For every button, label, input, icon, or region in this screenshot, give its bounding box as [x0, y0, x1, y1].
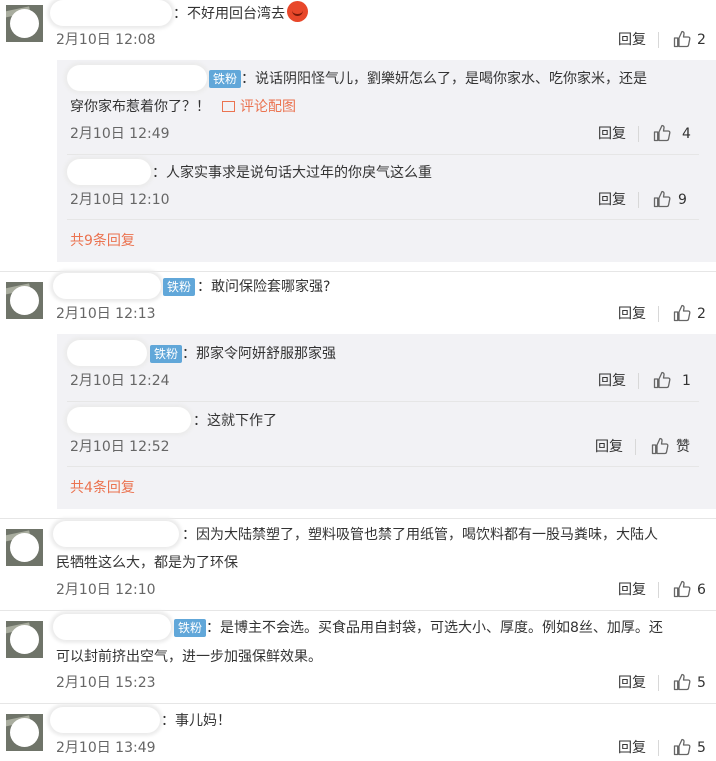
comment-text: ：敢问保险套哪家强?	[197, 279, 331, 295]
thumbs-up-icon[interactable]	[653, 190, 671, 208]
username-redacted[interactable]	[53, 521, 179, 547]
reply-button[interactable]: 回复	[595, 437, 623, 457]
divider	[638, 373, 639, 389]
fan-badge: 铁粉	[150, 345, 183, 363]
angry-face-emoji-icon	[287, 1, 308, 22]
avatar[interactable]	[6, 5, 43, 42]
comment-divider	[0, 518, 716, 519]
comment-text: ：不好用回台湾去	[173, 6, 285, 22]
comment-text-continued: 民牺牲这么大，都是为了环保	[56, 555, 238, 571]
reply-button[interactable]: 回复	[618, 30, 646, 50]
avatar[interactable]	[6, 621, 43, 658]
like-count: 5	[697, 740, 706, 756]
more-replies-link[interactable]: 共4条回复	[70, 478, 135, 498]
thumbs-up-icon[interactable]	[653, 124, 671, 142]
reply-text: ：说话阴阳怪气儿，劉樂妍怎么了，是喝你家水、吃你家米，还是	[241, 71, 647, 87]
thumbs-up-icon[interactable]	[651, 437, 669, 455]
like-count: 2	[697, 32, 706, 48]
like-count: 6	[697, 582, 706, 598]
like-count: 2	[697, 306, 706, 322]
fan-badge: 铁粉	[163, 278, 196, 296]
reply-text: ：这就下作了	[193, 413, 277, 429]
reply-time: 2月10日 12:24	[70, 373, 170, 389]
divider	[658, 582, 659, 598]
reply-text-continued: 穿你家布惹着你了？！	[70, 99, 210, 115]
divider	[658, 306, 659, 322]
like-count: 9	[678, 192, 687, 208]
more-replies-link[interactable]: 共9条回复	[70, 231, 135, 251]
reply-divider	[67, 219, 699, 220]
reply-time: 2月10日 12:10	[70, 192, 170, 208]
reply-text: ：那家令阿妍舒服那家强	[182, 346, 336, 362]
thumbs-up-icon[interactable]	[673, 304, 691, 322]
thumbs-up-icon[interactable]	[673, 738, 691, 756]
reply-button[interactable]: 回复	[618, 304, 646, 324]
fan-badge: 铁粉	[174, 619, 207, 637]
reply-divider	[67, 401, 699, 402]
comment-time: 2月10日 12:08	[56, 32, 156, 48]
image-icon	[222, 101, 235, 112]
username-redacted[interactable]	[67, 65, 207, 91]
thumbs-up-icon[interactable]	[673, 30, 691, 48]
reply-button[interactable]: 回复	[598, 190, 626, 210]
thumbs-up-icon[interactable]	[653, 371, 671, 389]
like-count: 5	[697, 675, 706, 691]
divider	[658, 675, 659, 691]
sub-replies-box: 铁粉 ：说话阴阳怪气儿，劉樂妍怎么了，是喝你家水、吃你家米，还是 穿你家布惹着你…	[57, 60, 716, 262]
comment-text-continued: 可以封前挤出空气，进一步加强保鲜效果。	[56, 649, 322, 665]
comment-divider	[0, 610, 716, 611]
username-redacted[interactable]	[53, 614, 171, 640]
divider	[638, 192, 639, 208]
comment-divider	[0, 703, 716, 704]
fan-badge: 铁粉	[209, 70, 242, 88]
comment-text: ：事儿妈！	[161, 713, 231, 729]
reply-text: ：人家实事求是说句话大过年的你戾气这么重	[152, 165, 432, 181]
username-redacted[interactable]	[67, 159, 151, 185]
thumbs-up-icon[interactable]	[673, 580, 691, 598]
divider	[658, 32, 659, 48]
username-redacted[interactable]	[67, 340, 147, 366]
reply-button[interactable]: 回复	[598, 371, 626, 391]
avatar[interactable]	[6, 714, 43, 751]
reply-button[interactable]: 回复	[618, 673, 646, 693]
comment-divider	[0, 271, 716, 272]
reply-time: 2月10日 12:52	[70, 439, 170, 455]
comment-time: 2月10日 15:23	[56, 675, 156, 691]
reply-divider	[67, 466, 699, 467]
avatar[interactable]	[6, 529, 43, 566]
thumbs-up-icon[interactable]	[673, 673, 691, 691]
username-redacted[interactable]	[53, 273, 161, 299]
comment-time: 2月10日 12:13	[56, 306, 156, 322]
divider	[635, 439, 636, 455]
sub-replies-box: 铁粉 ：那家令阿妍舒服那家强 2月10日 12:24 回复 1 ：这就下作了 2…	[57, 334, 716, 509]
comment-text: ：因为大陆禁塑了，塑料吸管也禁了用纸管，喝饮料都有一股马粪味，大陆人	[182, 527, 658, 543]
comment-text: ：是博主不会选。买食品用自封袋，可选大小、厚度。例如8丝、加厚。还	[206, 620, 663, 636]
like-count: 1	[682, 373, 691, 389]
reply-button[interactable]: 回复	[618, 738, 646, 758]
reply-time: 2月10日 12:49	[70, 126, 170, 142]
reply-button[interactable]: 回复	[598, 124, 626, 144]
username-redacted[interactable]	[67, 407, 191, 433]
reply-divider	[67, 154, 699, 155]
divider	[638, 126, 639, 142]
comment-time: 2月10日 12:10	[56, 582, 156, 598]
like-count: 4	[682, 126, 691, 142]
like-count[interactable]: 赞	[676, 437, 690, 457]
divider	[658, 740, 659, 756]
username-redacted[interactable]	[50, 0, 172, 26]
comment-image-link[interactable]: 评论配图	[240, 99, 296, 115]
username-redacted[interactable]	[50, 707, 160, 733]
comment-time: 2月10日 13:49	[56, 740, 156, 756]
avatar[interactable]	[6, 282, 43, 319]
reply-button[interactable]: 回复	[618, 580, 646, 600]
